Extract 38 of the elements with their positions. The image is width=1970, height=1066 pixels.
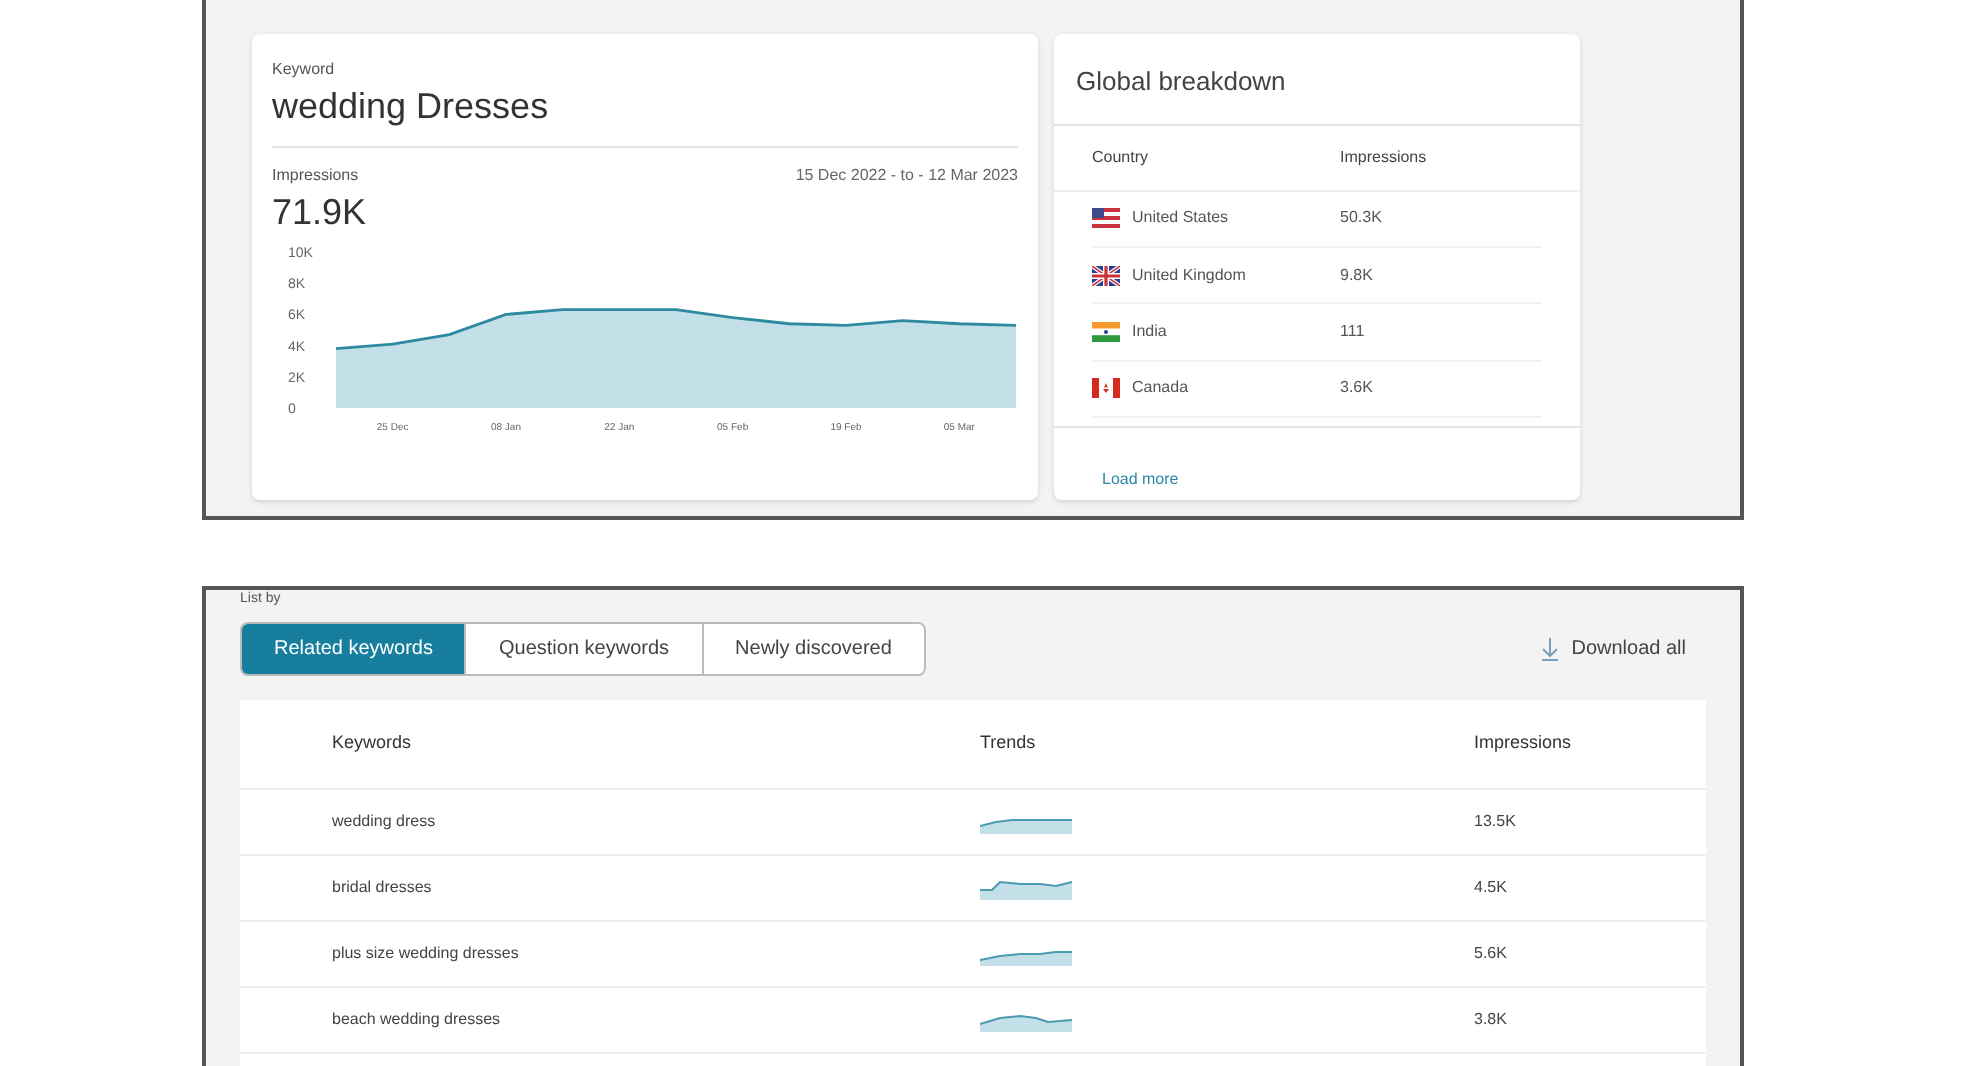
country-name: Canada [1132,376,1189,401]
keyword-title: wedding Dresses [272,84,551,130]
flag-icon [1092,265,1120,286]
download-icon [1539,636,1560,662]
tab[interactable]: Related keywords [242,624,465,674]
keyword-cell-text: bridal dresses [332,876,434,900]
country-name: United Kingdom [1132,263,1246,288]
keyword-cell-text: beach wedding dresses [332,1008,503,1032]
impressions-value: 3.6K [1340,376,1373,401]
load-more-link[interactable]: Load more [1102,470,1179,488]
tab[interactable]: Newly discovered [701,624,924,674]
flag-icon [1092,208,1120,229]
keyword-cell-text: plus size wedding dresses [332,942,521,966]
sparkline-drawing [980,876,1072,900]
impressions-cell: 3.8K [1474,1008,1507,1032]
column-header: Trends [980,730,1038,757]
impressions-value: 50.3K [1340,206,1382,231]
keyword-label: Keyword [272,58,337,82]
metric-label: Impressions [272,164,361,188]
impressions-cell: 13.5K [1474,810,1516,834]
breakdown-title: Global breakdown [1054,34,1580,125]
keyword-cell-text: wedding dress [332,810,438,834]
tab[interactable]: Question keywords [464,624,702,674]
impressions-value: 111 [1340,319,1365,344]
column-header: Impressions [1474,730,1572,757]
column-header: Country [1092,145,1151,169]
impressions-cell: 5.6K [1474,942,1507,966]
country-name: United States [1132,206,1229,231]
flag-icon [1092,378,1120,399]
column-header: Impressions [1340,145,1427,169]
flag-icon [1092,321,1120,342]
impressions-value: 9.8K [1340,263,1373,288]
date-range: 15 Dec 2022 - to - 12 Mar 2023 [795,164,1018,188]
download-all-button[interactable]: Download all [1539,634,1686,664]
column-header: Keywords [332,730,414,757]
impressions-cell: 4.5K [1474,876,1507,900]
country-name: India [1132,319,1167,344]
impressions-total: 71.9K [272,190,367,236]
